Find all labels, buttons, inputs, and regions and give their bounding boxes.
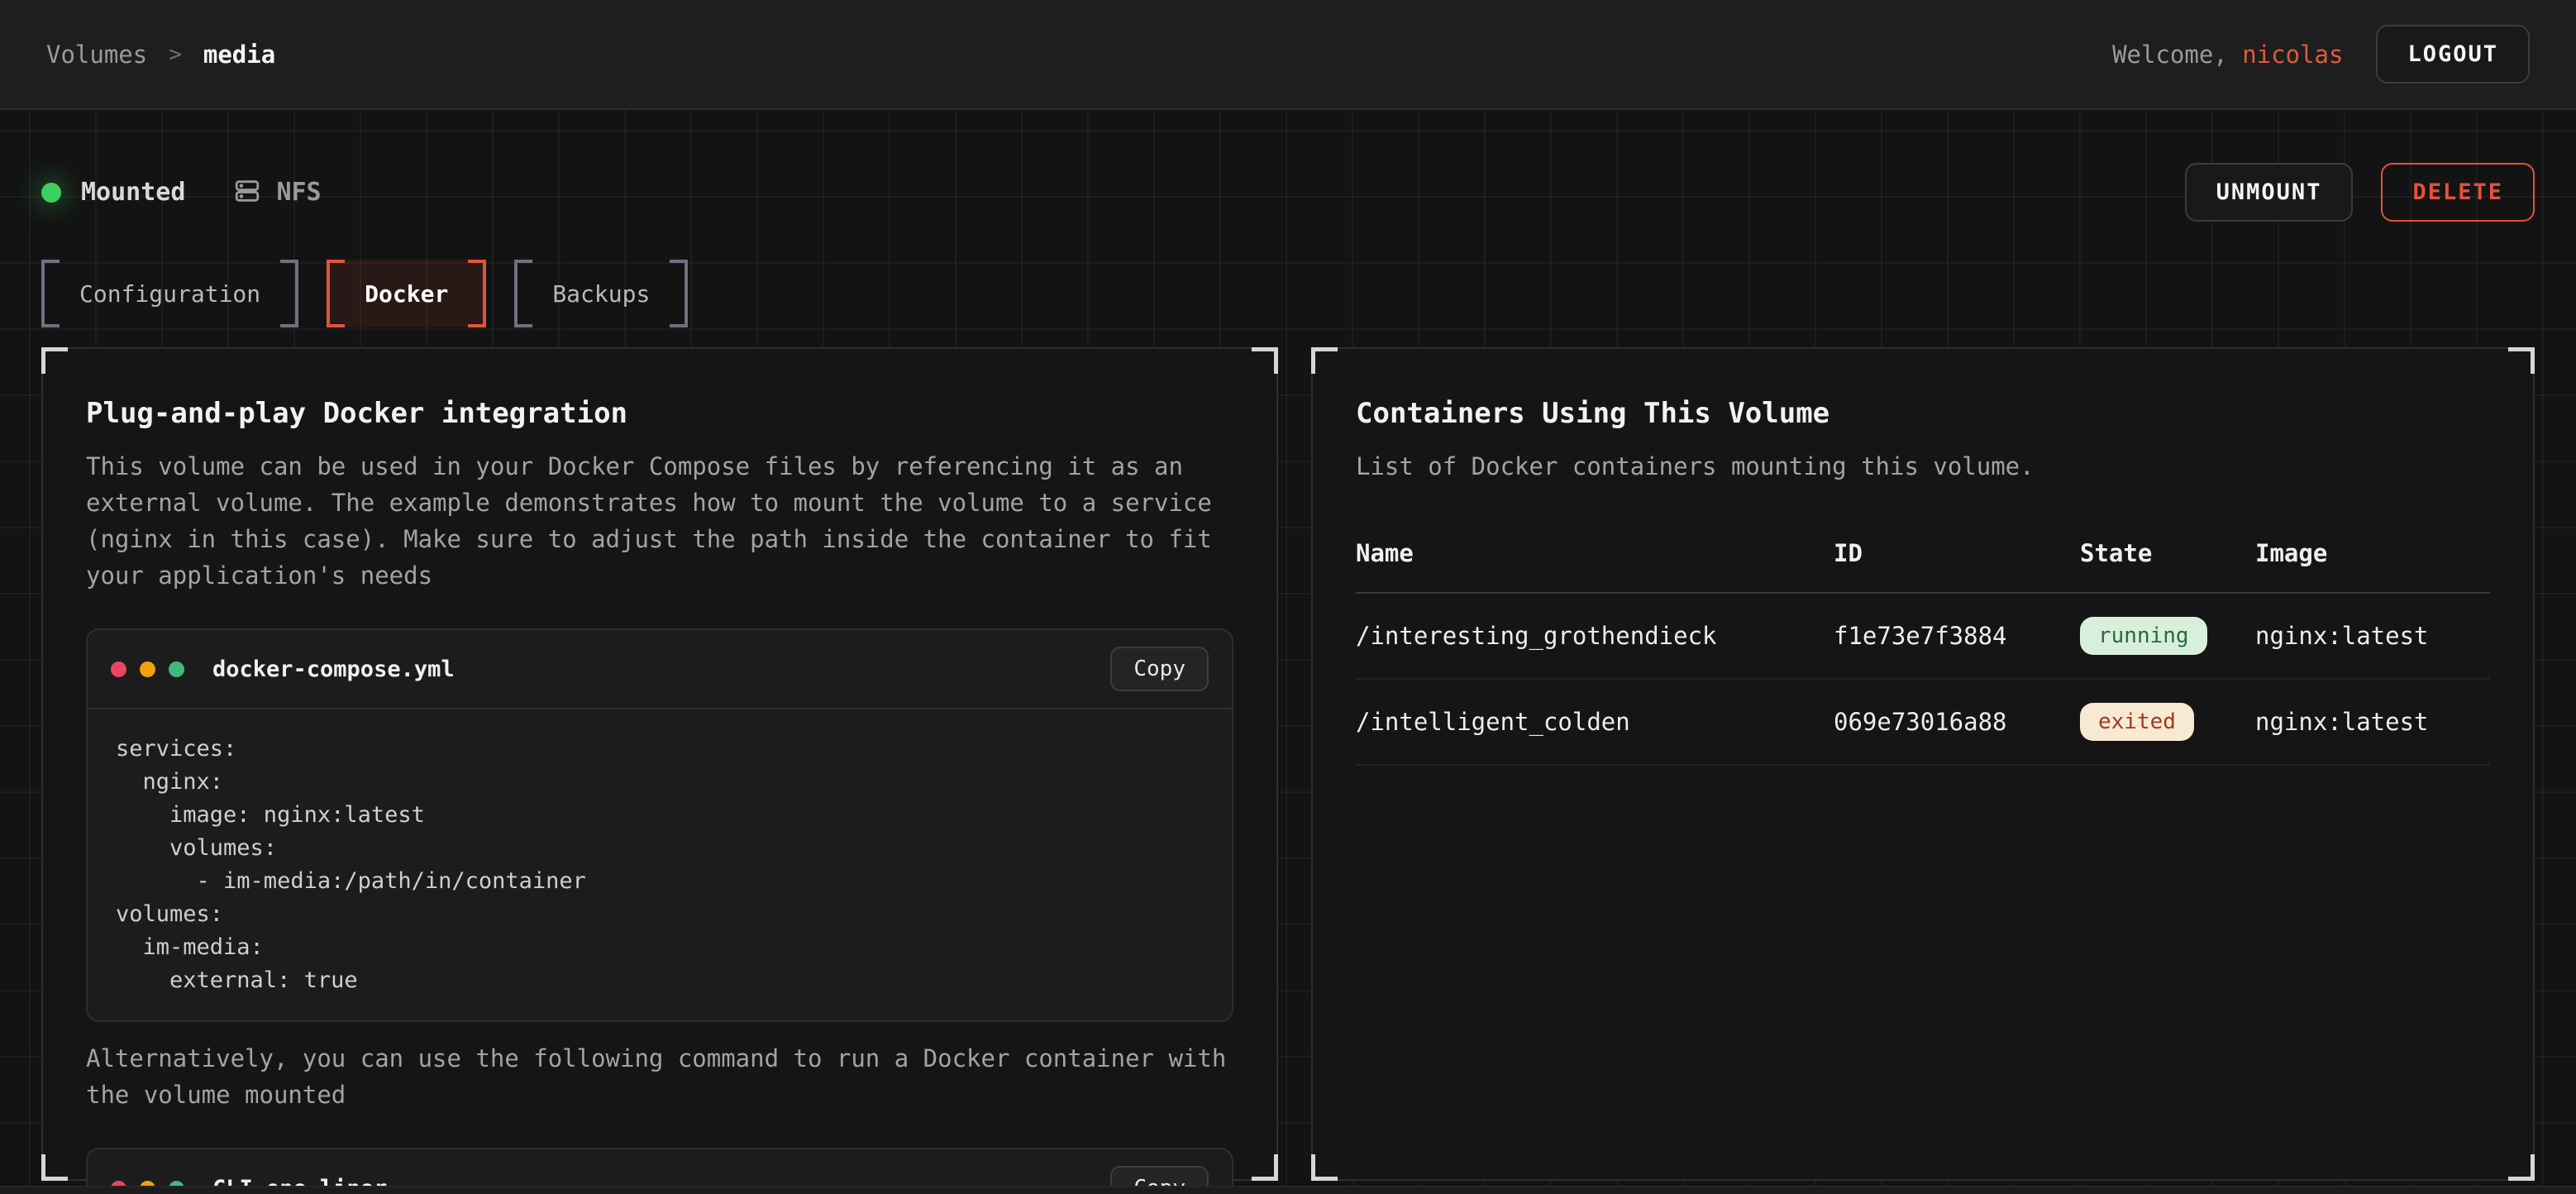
panel-corner-decoration	[2508, 347, 2535, 374]
tab-configuration[interactable]: Configuration	[41, 260, 298, 327]
panel-corner-decoration	[2508, 1154, 2535, 1181]
page: Volumes > media Welcome, nicolas LOGOUT …	[0, 0, 2576, 1194]
panels-row: Plug-and-play Docker integration This vo…	[41, 347, 2535, 1181]
traffic-orange-icon	[140, 661, 155, 677]
container-image: nginx:latest	[2255, 679, 2490, 765]
delete-button[interactable]: DELETE	[2381, 163, 2535, 222]
column-header-name: Name	[1356, 539, 1834, 593]
container-name: /intelligent_colden	[1356, 679, 1834, 765]
chevron-right-icon: >	[169, 42, 182, 67]
username: nicolas	[2242, 41, 2343, 69]
cli-intro-text: Alternatively, you can use the following…	[86, 1040, 1233, 1113]
status-badge: exited	[2080, 703, 2194, 741]
column-header-id: ID	[1834, 539, 2080, 593]
compose-copy-button[interactable]: Copy	[1110, 647, 1209, 691]
welcome-text: Welcome, nicolas	[2112, 41, 2343, 69]
traffic-lights-icon	[111, 661, 184, 677]
containers-panel-subtitle: List of Docker containers mounting this …	[1356, 448, 2490, 485]
panel-corner-decoration	[1252, 1154, 1278, 1181]
containers-panel-title: Containers Using This Volume	[1356, 397, 2490, 430]
volume-actions: UNMOUNT DELETE	[2185, 163, 2535, 222]
compose-filename: docker-compose.yml	[212, 657, 455, 682]
container-image: nginx:latest	[2255, 593, 2490, 679]
top-bar-right: Welcome, nicolas LOGOUT	[2112, 25, 2530, 84]
server-icon	[233, 177, 261, 208]
logout-button[interactable]: LOGOUT	[2376, 25, 2530, 84]
compose-code-block-header: docker-compose.yml Copy	[88, 630, 1232, 709]
table-row: /interesting_grothendieck f1e73e7f3884 r…	[1356, 593, 2490, 679]
table-row: /intelligent_colden 069e73016a88 exited …	[1356, 679, 2490, 765]
mounted-status: Mounted	[41, 178, 185, 207]
docker-panel-description: This volume can be used in your Docker C…	[86, 448, 1233, 594]
container-state: running	[2080, 593, 2255, 679]
container-state: exited	[2080, 679, 2255, 765]
nfs-indicator: NFS	[233, 177, 321, 208]
compose-code-block: docker-compose.yml Copy services: nginx:…	[86, 628, 1233, 1022]
status-badge: running	[2080, 617, 2207, 655]
compose-code-content: services: nginx: image: nginx:latest vol…	[88, 709, 1232, 1020]
panel-corner-decoration	[1311, 1154, 1338, 1181]
nfs-label: NFS	[276, 178, 321, 207]
tab-docker[interactable]: Docker	[327, 260, 486, 327]
main-content: Mounted NFS UNMOUNT DELET	[0, 163, 2576, 1181]
containers-panel: Containers Using This Volume List of Doc…	[1311, 347, 2535, 1181]
status-indicators: Mounted NFS	[41, 177, 2185, 208]
top-bar: Volumes > media Welcome, nicolas LOGOUT	[0, 0, 2576, 110]
panel-corner-decoration	[1311, 347, 1338, 374]
traffic-green-icon	[169, 661, 184, 677]
bottom-strip	[0, 1186, 2576, 1194]
container-name: /interesting_grothendieck	[1356, 593, 1834, 679]
traffic-red-icon	[111, 661, 126, 677]
panel-corner-decoration	[41, 1154, 68, 1181]
tab-docker-label: Docker	[365, 280, 448, 308]
breadcrumb-volumes-link[interactable]: Volumes	[46, 41, 147, 69]
panel-corner-decoration	[41, 347, 68, 374]
tab-bar: Configuration Docker Backups	[41, 260, 2535, 327]
container-id: f1e73e7f3884	[1834, 593, 2080, 679]
mounted-status-label: Mounted	[81, 178, 185, 207]
containers-table: Name ID State Image /interesting_grothen…	[1356, 539, 2490, 766]
docker-integration-panel: Plug-and-play Docker integration This vo…	[41, 347, 1278, 1181]
tab-configuration-label: Configuration	[79, 280, 260, 308]
mounted-status-dot-icon	[41, 183, 61, 203]
unmount-button[interactable]: UNMOUNT	[2185, 163, 2354, 222]
tab-backups[interactable]: Backups	[514, 260, 688, 327]
breadcrumb: Volumes > media	[46, 41, 275, 69]
column-header-state: State	[2080, 539, 2255, 593]
containers-table-header-row: Name ID State Image	[1356, 539, 2490, 593]
column-header-image: Image	[2255, 539, 2490, 593]
container-id: 069e73016a88	[1834, 679, 2080, 765]
breadcrumb-current-volume: media	[203, 41, 275, 69]
tab-backups-label: Backups	[552, 280, 650, 308]
status-row: Mounted NFS UNMOUNT DELET	[41, 163, 2535, 222]
welcome-prefix: Welcome,	[2112, 41, 2242, 69]
docker-panel-title: Plug-and-play Docker integration	[86, 397, 1233, 430]
panel-corner-decoration	[1252, 347, 1278, 374]
